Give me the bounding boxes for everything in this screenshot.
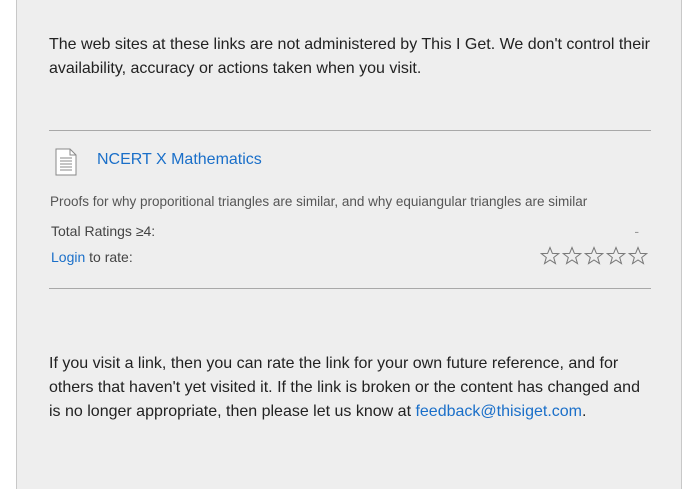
star-outline-icon[interactable] bbox=[540, 246, 560, 266]
disclaimer-text: The web sites at these links are not adm… bbox=[49, 36, 650, 77]
star-outline-icon[interactable] bbox=[628, 246, 648, 266]
document-icon bbox=[55, 148, 77, 176]
login-link[interactable]: Login bbox=[51, 249, 85, 265]
total-ratings-value: - bbox=[634, 223, 639, 239]
total-ratings-label: Total Ratings ≥4: bbox=[51, 223, 156, 239]
star-outline-icon[interactable] bbox=[584, 246, 604, 266]
divider-bottom bbox=[49, 288, 651, 289]
star-rating bbox=[540, 246, 648, 266]
feedback-email-link[interactable]: feedback@thisiget.com bbox=[415, 403, 582, 420]
link-description: Proofs for why proporitional triangles a… bbox=[50, 194, 588, 209]
star-outline-icon[interactable] bbox=[562, 246, 582, 266]
link-title[interactable]: NCERT X Mathematics bbox=[97, 151, 262, 169]
feedback-end: . bbox=[582, 403, 587, 420]
feedback-text: If you visit a link, then you can rate t… bbox=[49, 352, 654, 424]
content-panel: The web sites at these links are not adm… bbox=[16, 0, 682, 489]
rate-row: Login to rate: bbox=[51, 249, 133, 265]
divider-top bbox=[49, 130, 651, 131]
rate-label: to rate: bbox=[85, 249, 133, 265]
star-outline-icon[interactable] bbox=[606, 246, 626, 266]
